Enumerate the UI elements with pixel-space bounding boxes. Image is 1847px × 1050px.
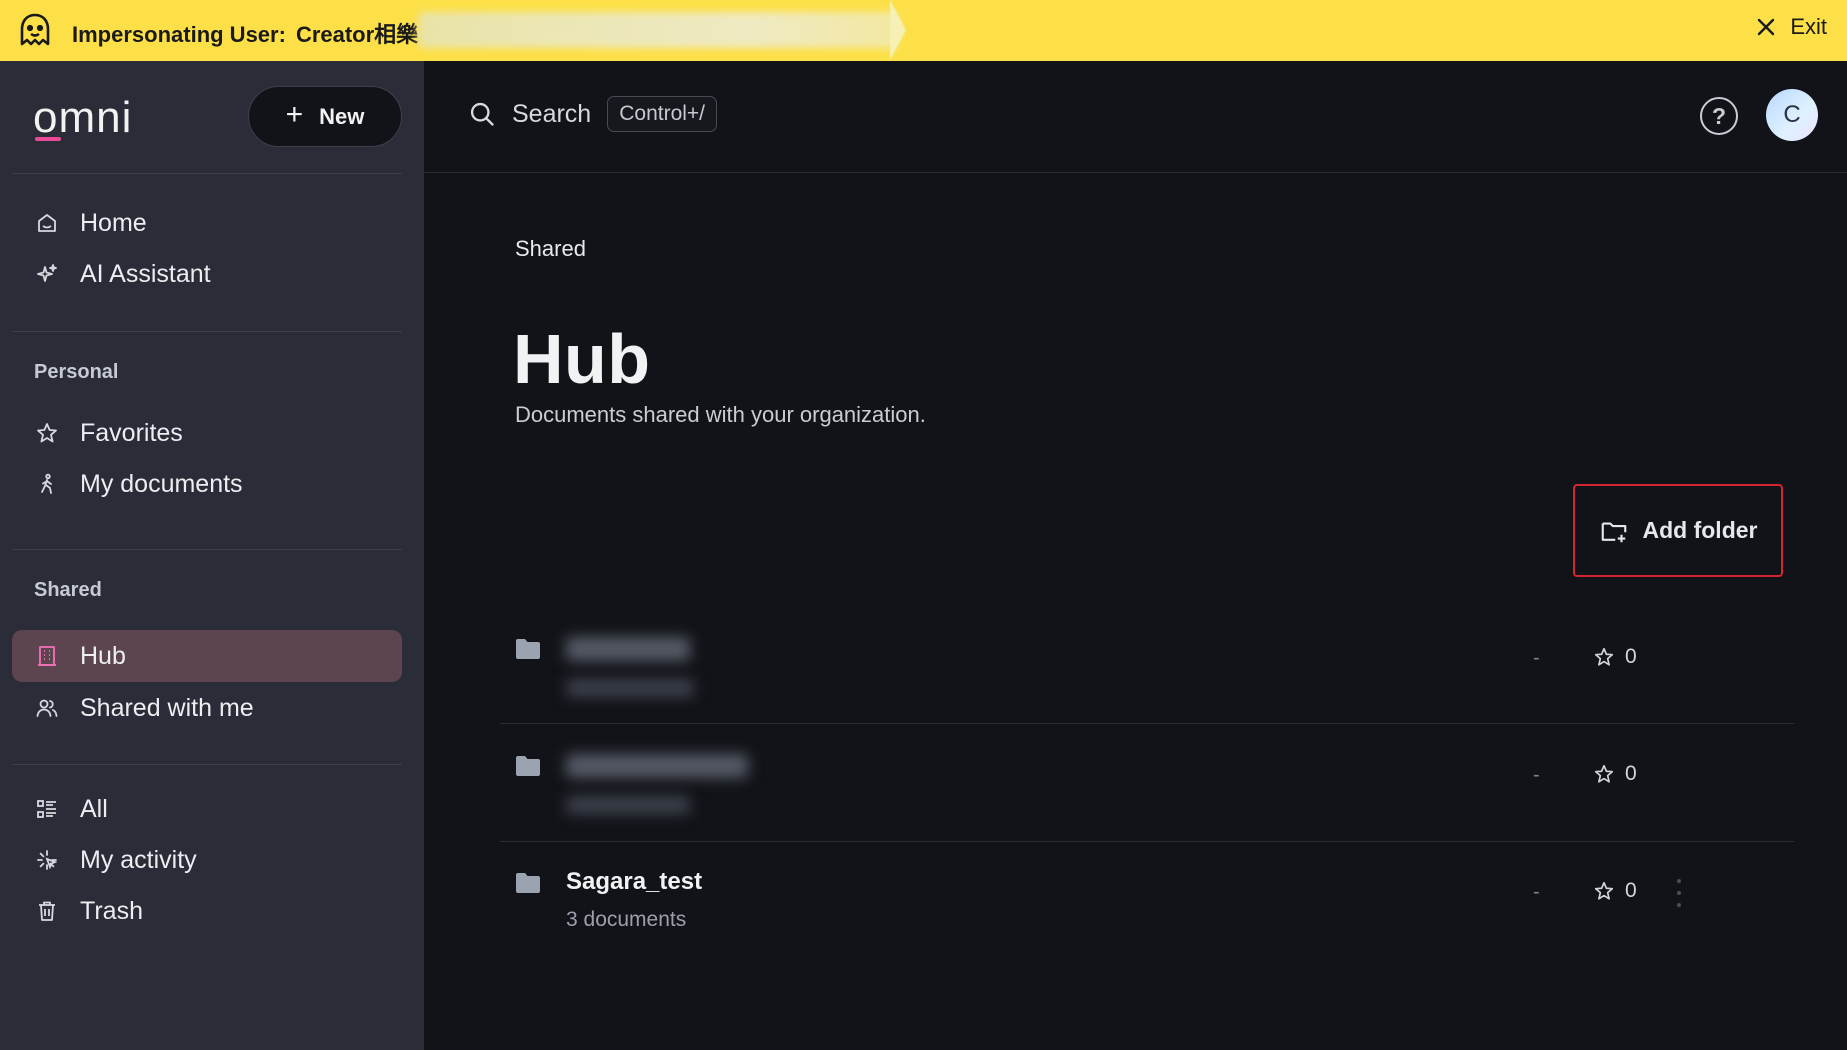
favorite-count: 0 [1625,879,1637,902]
sidebar-item-label: Hub [80,641,126,670]
folder-count-redacted [566,796,690,814]
trash-icon [34,898,60,924]
sidebar-item-my-documents[interactable]: My documents [12,458,402,510]
sidebar-item-label: My activity [80,845,197,874]
person-walking-icon [34,471,60,497]
page-subtitle: Documents shared with your organization. [515,402,926,427]
page-title: Hub [513,320,651,398]
sidebar-item-label: All [80,794,108,823]
sidebar-item-ai-assistant[interactable]: AI Assistant [12,248,402,300]
redacted-user-info [418,12,898,48]
add-folder-button[interactable]: Add folder [1573,484,1783,577]
avatar-initial: C [1783,101,1801,128]
search-label: Search [512,99,592,128]
folder-icon [516,639,540,659]
banner-chevron [890,0,906,60]
folder-row[interactable]: - 0 [500,609,1794,726]
avatar[interactable]: C [1766,89,1818,141]
plus-icon: + [285,98,304,131]
star-icon [1594,764,1614,783]
question-icon: ? [1711,102,1727,129]
exit-impersonation-button[interactable]: Exit [1754,14,1827,40]
favorite-button[interactable]: 0 [1593,879,1637,903]
impersonation-prefix: Impersonating User: [72,22,286,47]
impersonation-label: Impersonating User: Creator相樂 [72,17,418,49]
folder-plus-icon [1601,521,1626,542]
impersonation-banner: Impersonating User: Creator相樂 Exit [0,0,1847,61]
folder-row[interactable]: - 0 [500,726,1794,843]
favorite-button[interactable]: 0 [1593,645,1637,669]
sidebar-divider [12,549,402,550]
folder-icon [516,873,540,893]
sidebar-item-label: Favorites [80,418,183,447]
favorite-count: 0 [1625,645,1637,668]
section-label-shared: Shared [34,579,102,601]
folder-name-redacted [566,754,748,778]
search-icon [470,102,494,126]
new-button-label: New [319,103,365,129]
sidebar-item-all[interactable]: All [12,783,402,835]
folder-icon [516,756,540,776]
add-folder-label: Add folder [1642,517,1758,543]
sidebar-item-favorites[interactable]: Favorites [12,407,402,459]
folder-modified: - [1533,647,1540,669]
folder-document-count: 3 documents [566,908,687,931]
top-header: Search Control+/ ? C [424,61,1847,173]
sidebar-item-label: Trash [80,896,143,925]
folder-modified: - [1533,881,1540,903]
search-shortcut-badge: Control+/ [607,96,718,132]
home-icon [34,210,60,236]
ghost-icon [20,13,50,46]
folder-modified: - [1533,764,1540,786]
impersonated-user-name: Creator相樂 [295,22,419,47]
star-icon [1594,647,1614,666]
sidebar-item-label: Shared with me [80,693,254,722]
folder-name[interactable]: Sagara_test [566,868,702,896]
sparkles-icon [34,261,60,287]
sidebar-divider [12,173,402,174]
sidebar-item-label: My documents [80,469,243,498]
sidebar-item-home[interactable]: Home [12,197,402,249]
breadcrumb[interactable]: Shared [515,236,586,262]
sidebar-item-my-activity[interactable]: My activity [12,834,402,886]
row-divider [500,841,1794,842]
more-options-icon[interactable] [1674,879,1684,907]
row-divider [500,723,1794,724]
folder-count-redacted [566,679,694,697]
new-button[interactable]: + New [248,86,402,147]
close-icon [1758,18,1775,36]
star-icon [34,420,60,446]
omni-logo[interactable]: omni [33,93,132,143]
sidebar-divider [12,331,402,332]
folder-name-redacted [566,637,690,661]
users-icon [34,695,60,721]
sidebar-item-label: Home [80,208,147,237]
search-button[interactable]: Search Control+/ [468,96,718,132]
sidebar-item-trash[interactable]: Trash [12,885,402,937]
sidebar-divider [12,764,402,765]
sidebar: omni + New Home AI Assistant Personal Fa… [0,61,424,1050]
main-content: Shared Hub Documents shared with your or… [424,174,1847,1050]
sidebar-item-hub[interactable]: Hub [12,630,402,682]
building-icon [34,643,60,669]
sidebar-item-label: AI Assistant [80,259,211,288]
sidebar-item-shared-with-me[interactable]: Shared with me [12,682,402,734]
logo-accent [35,137,61,141]
star-icon [1594,881,1614,900]
exit-label: Exit [1790,14,1827,39]
activity-icon [34,847,60,873]
favorite-count: 0 [1625,762,1637,785]
help-button[interactable]: ? [1700,97,1738,135]
list-icon [34,796,60,822]
favorite-button[interactable]: 0 [1593,762,1637,786]
section-label-personal: Personal [34,361,119,383]
folder-row[interactable]: Sagara_test 3 documents - 0 [500,843,1794,960]
